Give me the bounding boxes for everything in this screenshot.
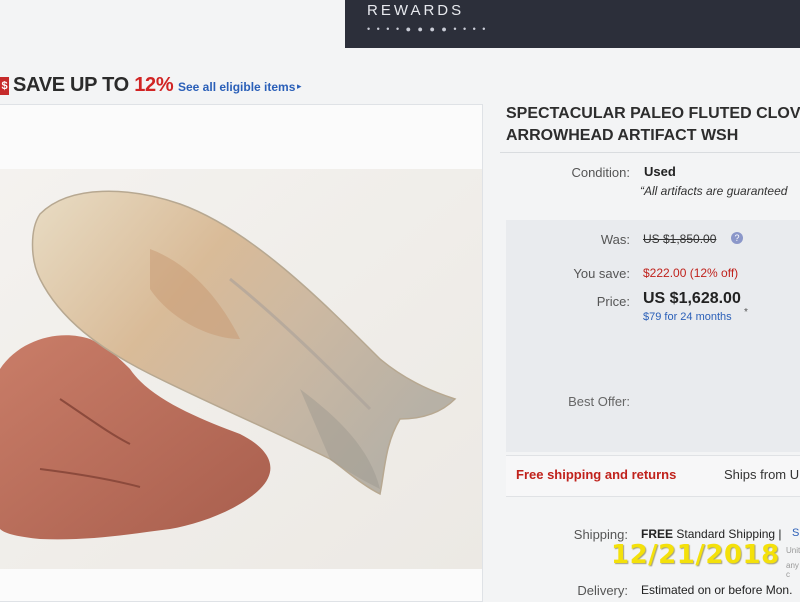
condition-label: Condition: xyxy=(571,165,630,180)
shipping-method: Standard Shipping | xyxy=(673,527,782,541)
was-label: Was: xyxy=(600,232,630,247)
ships-from-text: Ships from U xyxy=(724,467,800,482)
best-offer-label: Best Offer: xyxy=(568,394,630,409)
promo-row: $ SAVE UP TO 12% See all eligible items … xyxy=(0,72,340,100)
financing-footnote-mark: * xyxy=(744,307,748,318)
shipping-details-link[interactable]: S xyxy=(792,527,799,539)
price-tag-icon: $ xyxy=(0,77,9,95)
title-line-1: SPECTACULAR PALEO FLUTED CLOVIS xyxy=(506,105,800,122)
photo-date-stamp: 12/21/2018 xyxy=(611,540,780,570)
delivery-value: Estimated on or before Mon. xyxy=(641,583,793,597)
delivery-label: Delivery: xyxy=(577,583,628,598)
shipping-value: FREE Standard Shipping | xyxy=(641,527,782,541)
rewards-dots: • • • • ● ● ● ● • • • • xyxy=(367,24,488,34)
was-price: US $1,850.00 xyxy=(643,232,717,246)
listing-title: SPECTACULAR PALEO FLUTED CLOVIS ARROWHEA… xyxy=(506,103,800,147)
save-prefix: SAVE UP TO xyxy=(13,74,135,96)
title-divider xyxy=(500,152,800,153)
financing-link[interactable]: $79 for 24 months xyxy=(643,311,732,323)
see-eligible-items-link[interactable]: See all eligible items xyxy=(178,80,295,94)
shipping-faint-line-1: Unite xyxy=(786,546,800,555)
shipping-free: FREE xyxy=(641,527,674,541)
product-photo[interactable] xyxy=(0,169,482,569)
rewards-banner[interactable]: REWARDS • • • • ● ● ● ● • • • • xyxy=(345,0,800,48)
info-icon[interactable]: ? xyxy=(731,232,743,244)
price-value: US $1,628.00 xyxy=(643,290,741,307)
you-save-label: You save: xyxy=(573,266,630,281)
save-up-to-text: SAVE UP TO 12% xyxy=(13,74,174,97)
product-image-frame[interactable] xyxy=(0,104,483,602)
title-line-2: ARROWHEAD ARTIFACT WSH xyxy=(506,127,739,144)
save-percent: 12% xyxy=(134,74,174,96)
condition-note: “All artifacts are guaranteed xyxy=(640,184,788,198)
shipping-faint-line-2: any c xyxy=(786,561,799,579)
condition-value: Used xyxy=(644,164,676,179)
free-shipping-returns[interactable]: Free shipping and returns xyxy=(516,467,676,482)
price-label: Price: xyxy=(596,294,630,309)
rewards-label: REWARDS xyxy=(367,2,465,19)
arrow-right-icon[interactable]: ▸ xyxy=(297,81,302,92)
you-save-value: $222.00 (12% off) xyxy=(643,266,739,280)
price-section xyxy=(506,220,800,452)
